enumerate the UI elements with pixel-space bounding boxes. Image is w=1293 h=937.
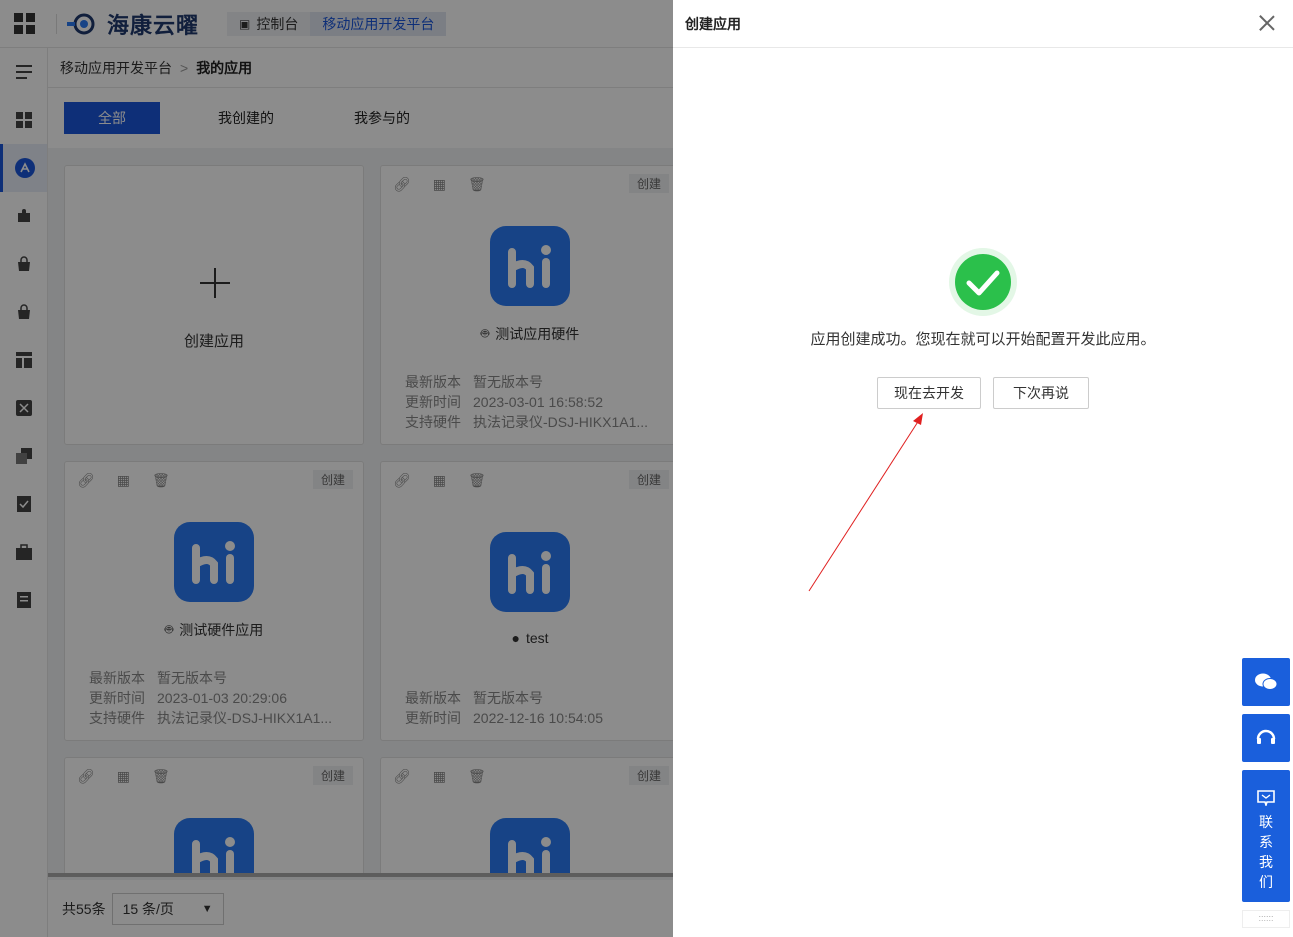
wechat-icon bbox=[1255, 673, 1278, 690]
contact-char: 我 bbox=[1259, 854, 1273, 870]
contact-char: 联 bbox=[1259, 814, 1273, 830]
headset-icon bbox=[1256, 729, 1276, 744]
close-icon[interactable] bbox=[1259, 15, 1275, 31]
support-button[interactable] bbox=[1242, 714, 1290, 762]
contact-char: 们 bbox=[1259, 874, 1273, 890]
wechat-button[interactable] bbox=[1242, 658, 1290, 706]
contact-char: 系 bbox=[1259, 834, 1273, 850]
modal-mask[interactable] bbox=[0, 0, 673, 937]
message-icon bbox=[1257, 790, 1275, 806]
success-check-icon bbox=[949, 248, 1017, 316]
success-message: 应用创建成功。您现在就可以开始配置开发此应用。 bbox=[810, 331, 1156, 348]
float-drag-handle[interactable]: :::::: bbox=[1242, 910, 1290, 928]
drawer-title: 创建应用 bbox=[685, 15, 741, 32]
create-app-drawer: 创建应用 应用创建成功。您现在就可以开始配置开发此应用。 现在去开发 下次再说 bbox=[673, 0, 1293, 937]
later-button[interactable]: 下次再说 bbox=[993, 377, 1089, 409]
annotation-arrow bbox=[808, 413, 923, 592]
contact-us-button[interactable]: 联 系 我 们 bbox=[1242, 770, 1290, 902]
drawer-header: 创建应用 bbox=[673, 0, 1293, 48]
